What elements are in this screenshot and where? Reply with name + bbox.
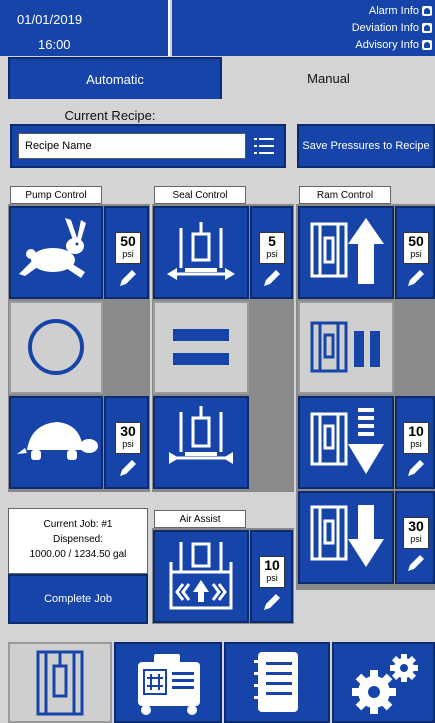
tab-manual[interactable]: Manual [222,57,435,99]
advisory-info-label: Advisory Info [355,39,419,51]
pencil-icon [264,594,280,610]
recipe-name-field[interactable]: Recipe Name [18,133,246,159]
pencil-icon [120,270,136,286]
deviation-info-label: Deviation Info [351,22,419,34]
ram-down-icon [310,505,384,567]
deviation-bell-icon [422,23,432,33]
header-info-panel: Alarm Info Deviation Info Advisory Info [172,0,435,56]
seal-control-label: Seal Control [154,186,246,204]
header-datetime: 01/01/2019 16:00 [0,0,170,56]
complete-job-button[interactable]: Complete Job [8,574,148,624]
save-pressures-button[interactable]: Save Pressures to Recipe [297,124,435,168]
ram-down-slow-icon [310,408,384,474]
ram-down-button[interactable] [298,491,394,584]
nav-notebook[interactable] [224,642,330,723]
notebook-icon [254,652,298,712]
ram-down-pressure-button[interactable]: 30 psi [395,491,435,584]
nav-control-panel[interactable] [114,642,222,723]
control-panel-icon [138,654,200,715]
pump-fast-pressure-button[interactable]: 50 psi [104,206,149,299]
seal-contract-icon [169,406,233,464]
pump-stop-button[interactable] [9,301,103,394]
alarm-info-link[interactable]: Alarm Info [369,5,432,17]
air-assist-icon [169,542,233,610]
ram-up-icon [310,218,384,284]
pencil-icon [408,460,424,476]
ram-down-slow-button[interactable] [298,396,394,489]
header-time: 16:00 [38,37,71,52]
nav-ram-view[interactable] [8,642,112,723]
pencil-icon [120,460,136,476]
seal-expand-icon [167,222,235,280]
ram-down-slow-psi: 10 psi [403,422,429,454]
seal-psi: 5 psi [259,232,285,264]
ram-control-label: Ram Control [299,186,391,204]
pump-slow-pressure-button[interactable]: 30 psi [104,396,149,489]
current-recipe-label: Current Recipe: [64,108,156,123]
nav-settings[interactable] [332,642,435,723]
deviation-info-link[interactable]: Deviation Info [352,22,432,34]
ram-up-button[interactable] [298,206,394,299]
air-assist-button[interactable] [153,530,249,623]
dispensed-value: 1000.00 / 1234.50 gal [29,549,127,560]
dispensed-label: Dispensed: [52,534,104,545]
rabbit-icon [19,218,86,278]
settings-icon [352,654,418,714]
air-assist-pressure-button[interactable]: 10 psi [250,530,293,623]
seal-pressure-button[interactable]: 5 psi [250,206,293,299]
alarm-bell-icon [422,6,432,16]
equals-icon [173,329,229,365]
pump-slow-button[interactable] [9,396,103,489]
seal-inflate-button[interactable] [153,206,249,299]
ram-pause-icon [310,321,380,373]
pencil-icon [264,270,280,286]
ram-up-pressure-button[interactable]: 50 psi [395,206,435,299]
air-assist-psi: 10 psi [259,556,285,588]
turtle-icon [17,422,98,460]
pencil-icon [408,555,424,571]
advisory-bell-icon [422,40,432,50]
current-job: Current Job: #1 [43,519,113,530]
pump-slow-psi: 30 psi [115,422,141,454]
pump-fast-button[interactable] [9,206,103,299]
ram-up-psi: 50 psi [403,232,429,264]
pump-control-label: Pump Control [10,186,102,204]
pencil-icon [408,270,424,286]
ram-down-psi: 30 psi [403,517,429,549]
seal-deflate-button[interactable] [153,396,249,489]
seal-hold-button[interactable] [153,301,249,394]
ram-hold-button[interactable] [298,301,394,394]
list-icon[interactable] [252,133,276,159]
ram-down-slow-pressure-button[interactable]: 10 psi [395,396,435,489]
tab-automatic[interactable]: Automatic [8,57,222,99]
circle-stop-icon [28,319,84,375]
header-date: 01/01/2019 [17,12,83,27]
advisory-info-link[interactable]: Advisory Info [355,39,432,51]
job-status: Current Job: #1 Dispensed: 1000.00 / 123… [8,508,148,574]
air-assist-label: Air Assist [154,510,246,528]
pump-fast-psi: 50 psi [115,232,141,264]
alarm-info-label: Alarm Info [368,5,419,17]
ram-icon [36,650,84,716]
